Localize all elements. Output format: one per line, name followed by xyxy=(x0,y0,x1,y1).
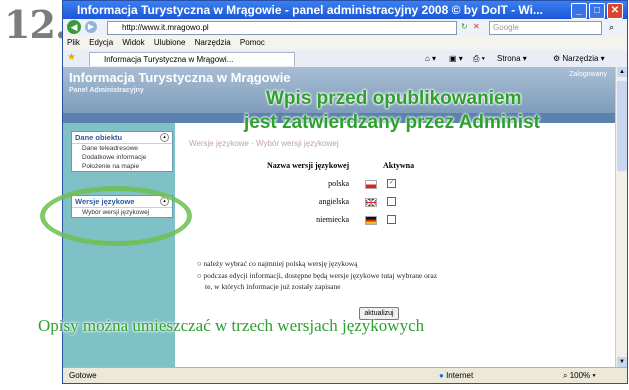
menu-tools[interactable]: Narzędzia xyxy=(195,38,231,47)
scroll-up-icon[interactable]: ▲ xyxy=(617,67,627,77)
site-subtitle: Panel Administracyjny xyxy=(69,87,144,94)
poland-flag-icon xyxy=(365,180,377,189)
status-text: Gotowe xyxy=(69,371,97,380)
active-checkbox[interactable] xyxy=(387,215,396,224)
caption-top-line2: jest zatwierdzany przez Administ xyxy=(244,112,540,133)
menu-view[interactable]: Widok xyxy=(122,38,144,47)
site-title: Informacja Turystyczna w Mrągowie xyxy=(69,70,291,85)
stop-icon[interactable]: ✕ xyxy=(473,22,480,31)
menu-favorites[interactable]: Ulubione xyxy=(154,38,186,47)
breadcrumb: Wersje językowe - Wybór wersji językowej xyxy=(189,139,339,148)
object-data-box: Dane obiektu ▴ Dane teleadresowe Dodatko… xyxy=(71,131,173,172)
refresh-icon[interactable]: ↻ xyxy=(461,22,468,31)
highlight-ring xyxy=(40,186,192,246)
forward-icon[interactable]: ▶ xyxy=(85,21,97,33)
scroll-down-icon[interactable]: ▼ xyxy=(617,357,627,367)
print-icon[interactable]: ⎙ ▾ xyxy=(473,52,485,65)
zoom-control[interactable]: ⌕ 100% ▾ xyxy=(563,368,596,383)
column-header-name: Nazwa wersji językowej xyxy=(267,161,350,170)
sidebar-item-extra-info[interactable]: Dodatkowe informacje xyxy=(72,153,172,162)
menu-edit[interactable]: Edycja xyxy=(89,38,113,47)
status-bar: Gotowe ● Internet ⌕ 100% ▾ xyxy=(63,367,627,383)
zoom-level: 100% xyxy=(569,371,591,380)
address-toolbar: ◀ ▶ http://www.it.mragowo.pl ↻ ✕ Google … xyxy=(63,19,627,37)
tab-label: Informacja Turystyczna w Mrągowi... xyxy=(104,55,234,64)
globe-icon: ● xyxy=(439,371,444,380)
column-header-active: Aktywna xyxy=(383,161,415,170)
title-bar: Informacja Turystyczna w Mrągowie - pane… xyxy=(63,1,627,19)
note-item: ○ podczas edycji informacji, dostępne bę… xyxy=(197,271,438,280)
note-text: należy wybrać co najmniej polską wersję … xyxy=(203,259,358,268)
note-text: podczas edycji informacji, dostępne będą… xyxy=(203,271,438,280)
active-checkbox[interactable] xyxy=(387,197,396,206)
tools-menu-label: Narzędzia xyxy=(562,54,599,63)
vertical-scrollbar[interactable]: ▲ ▼ xyxy=(615,67,627,367)
page-menu[interactable]: Strona ▾ xyxy=(497,52,527,65)
zone-label: Internet xyxy=(446,371,474,380)
zone-indicator: ● Internet xyxy=(439,368,474,383)
uk-flag-icon xyxy=(365,198,377,207)
url-field[interactable]: http://www.it.mragowo.pl xyxy=(107,21,457,35)
close-icon[interactable]: ✕ xyxy=(607,3,623,19)
collapse-icon[interactable]: ▴ xyxy=(160,133,169,142)
menu-file[interactable]: Plik xyxy=(67,38,80,47)
maximize-icon[interactable]: □ xyxy=(589,3,605,19)
menu-help[interactable]: Pomoc xyxy=(240,38,265,47)
window-title: Informacja Turystyczna w Mrągowie - pane… xyxy=(77,3,543,17)
page-menu-label: Strona xyxy=(497,54,521,63)
note-text: te, w których informacje już zostały zap… xyxy=(205,282,341,291)
search-input[interactable]: Google xyxy=(489,21,602,35)
feeds-icon[interactable]: ▣ ▾ xyxy=(449,52,463,65)
object-data-title: Dane obiektu xyxy=(72,132,172,144)
scroll-thumb[interactable] xyxy=(617,81,627,171)
menu-bar: Plik Edycja Widok Ulubione Narzędzia Pom… xyxy=(63,36,627,50)
browser-tab[interactable]: Informacja Turystyczna w Mrągowi... xyxy=(89,52,295,66)
germany-flag-icon xyxy=(365,216,377,225)
minimize-icon[interactable]: _ xyxy=(571,3,587,19)
sidebar-item-map[interactable]: Położenie na mapie xyxy=(72,162,172,171)
note-item: ○ należy wybrać co najmniej polską wersj… xyxy=(197,259,358,268)
language-name: angielska xyxy=(318,197,349,206)
active-checkbox[interactable]: ✓ xyxy=(387,179,396,188)
home-icon[interactable]: ⌂ ▾ xyxy=(425,52,436,65)
caption-top-line1: Wpis przed opublikowaniem xyxy=(266,88,522,109)
favorites-star-icon[interactable]: ★ xyxy=(67,52,76,63)
step-number: 12. xyxy=(4,2,68,47)
language-name: niemiecka xyxy=(316,215,349,224)
language-name: polska xyxy=(328,179,349,188)
sidebar-item-contact[interactable]: Dane teleadresowe xyxy=(72,144,172,153)
caption-bottom: Opisy można umieszczać w trzech wersjach… xyxy=(38,316,425,335)
tabs-bar: ★ Informacja Turystyczna w Mrągowi... ⌂ … xyxy=(63,50,627,68)
login-status[interactable]: Zalogowany xyxy=(569,71,607,78)
search-icon[interactable]: ⌕ xyxy=(609,22,614,33)
tools-menu[interactable]: ⚙ Narzędzia ▾ xyxy=(553,52,605,65)
back-icon[interactable]: ◀ xyxy=(67,20,81,34)
